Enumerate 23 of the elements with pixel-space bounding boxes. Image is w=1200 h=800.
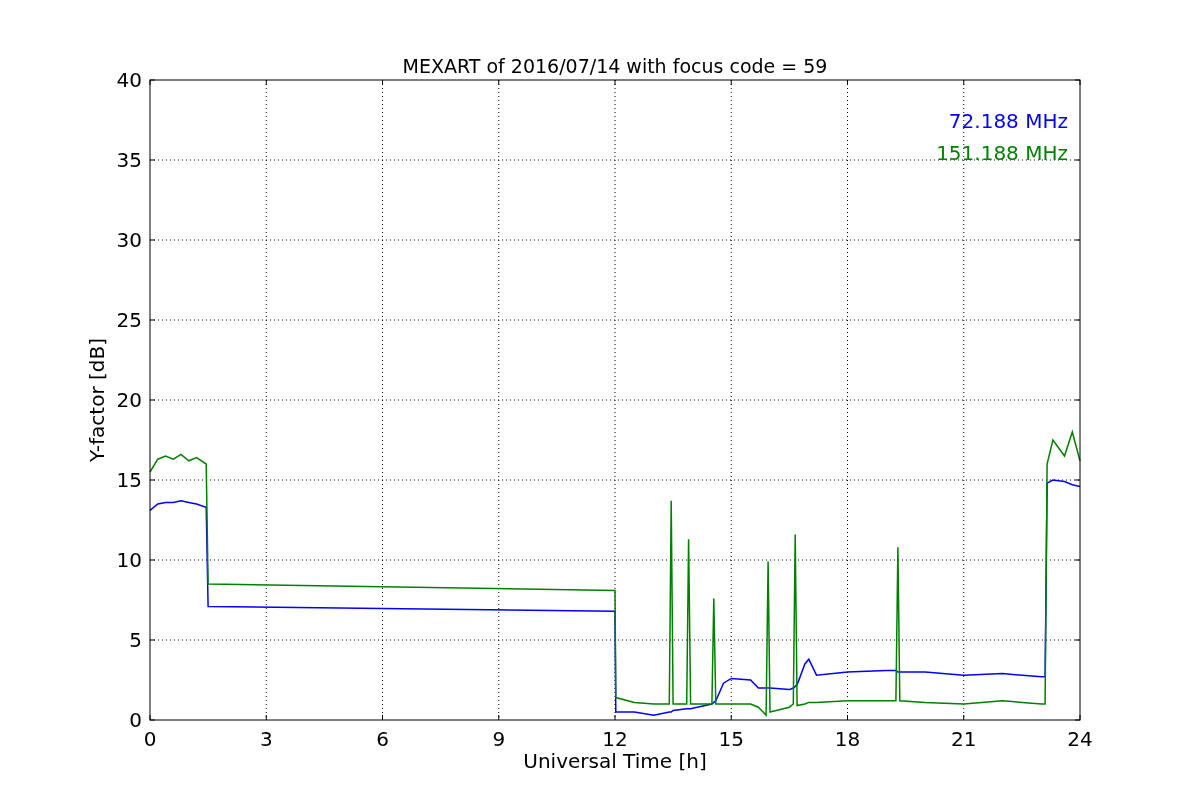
legend-label: 151.188 MHz [936,141,1068,165]
y-tick-label: 40 [116,68,142,92]
y-tick-label: 20 [116,388,142,412]
y-tick-label: 30 [116,228,142,252]
y-tick-label: 15 [116,468,142,492]
x-tick-label: 9 [492,727,506,751]
x-tick-label: 12 [602,727,628,751]
chart-title: MEXART of 2016/07/14 with focus code = 59 [402,55,828,77]
x-axis-label: Universal Time [h] [523,749,707,773]
y-tick-label: 25 [116,308,142,332]
x-tick-label: 15 [718,727,744,751]
x-tick-label: 24 [1067,727,1093,751]
y-tick-label: 0 [129,708,142,732]
x-tick-label: 0 [143,727,157,751]
x-tick-label: 18 [834,727,861,751]
y-tick-label: 35 [116,148,142,172]
y-axis-label: Y-factor [dB] [85,338,109,462]
y-tick-label: 5 [129,628,142,652]
legend-label: 72.188 MHz [948,109,1068,133]
y-tick-label: 10 [116,548,142,572]
x-tick-label: 21 [951,727,977,751]
x-tick-label: 3 [259,727,273,751]
x-tick-label: 6 [376,727,389,751]
